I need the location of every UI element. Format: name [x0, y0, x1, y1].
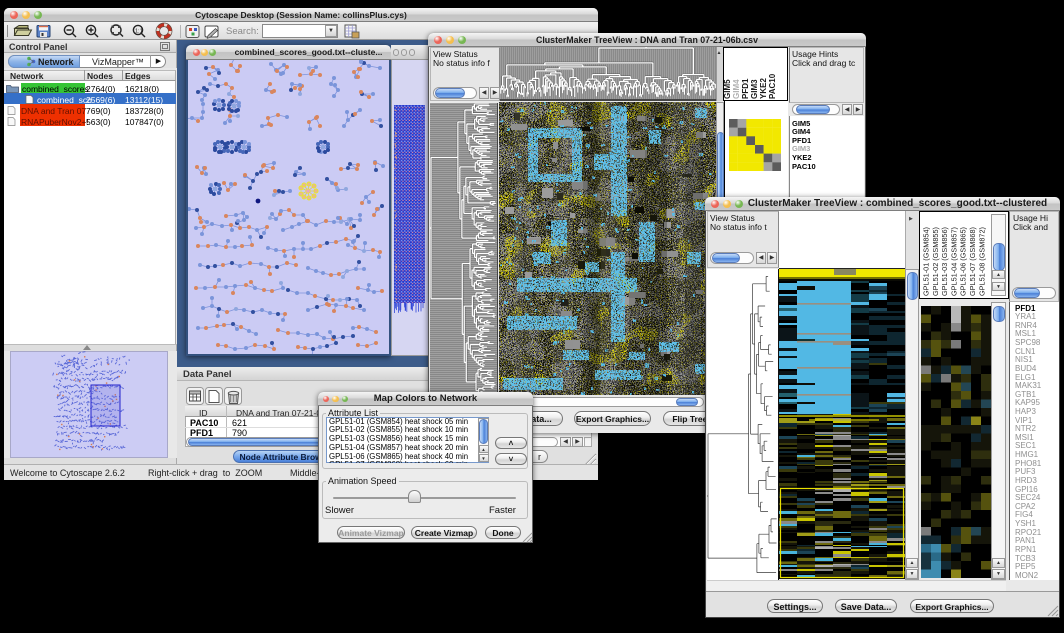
svg-text:GIM5: GIM5: [723, 79, 732, 99]
svg-text:GIM3: GIM3: [750, 79, 759, 99]
svg-text:GPL51-04 (GSM857): GPL51-04 (GSM857): [949, 227, 958, 296]
svg-text:GPL51-08 (GSM872): GPL51-08 (GSM872): [977, 227, 986, 296]
svg-text:PFD1: PFD1: [741, 78, 750, 99]
svg-text:GPL51-07 (GSM868): GPL51-07 (GSM868): [968, 227, 977, 296]
svg-text:GPL51-06 (GSM865): GPL51-06 (GSM865): [959, 227, 968, 296]
svg-text:YKE2: YKE2: [759, 78, 768, 99]
svg-text:GPL51-02 (GSM855): GPL51-02 (GSM855): [931, 227, 940, 296]
svg-text:GIM4: GIM4: [732, 79, 741, 99]
svg-text:GPL51-03 (GSM856): GPL51-03 (GSM856): [940, 227, 949, 296]
svg-text:1:1: 1:1: [135, 29, 143, 35]
svg-text:GPL51-01 (GSM854): GPL51-01 (GSM854): [922, 227, 931, 296]
svg-text:PAC10: PAC10: [768, 73, 777, 99]
